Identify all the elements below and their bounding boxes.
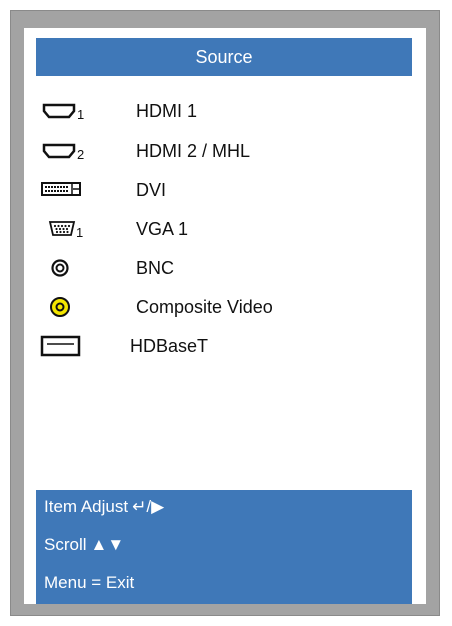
- source-label: Composite Video: [136, 297, 273, 317]
- up-down-arrows-icon: ▲▼: [90, 535, 125, 554]
- item-adjust-label: Item Adjust: [44, 497, 129, 516]
- source-item-hdmi-2-mhl[interactable]: 2 HDMI 2 / MHL: [24, 136, 426, 166]
- hdbaset-icon: [36, 331, 106, 361]
- source-item-vga-1[interactable]: 1 VGA 1: [24, 214, 426, 244]
- menu-exit-label: Menu = Exit: [44, 573, 135, 592]
- scroll-label: Scroll: [44, 535, 87, 554]
- source-item-bnc[interactable]: BNC: [24, 253, 426, 283]
- source-label: HDMI 2 / MHL: [136, 141, 251, 161]
- vga-1-icon: 1: [36, 214, 106, 244]
- hdmi-2-icon: 2: [36, 136, 106, 166]
- help-item-adjust: Item Adjust ↵/▶: [44, 492, 164, 522]
- help-scroll: Scroll ▲▼: [44, 530, 124, 560]
- dvi-icon: [36, 175, 106, 205]
- source-label: BNC: [136, 258, 175, 278]
- source-item-hdbaset[interactable]: HDBaseT: [24, 331, 426, 361]
- menu-title: Source: [36, 38, 412, 76]
- hdmi-1-icon: 1: [36, 96, 106, 126]
- source-item-dvi[interactable]: DVI: [24, 175, 426, 205]
- help-box: Item Adjust ↵/▶ Scroll ▲▼ Menu = Exit: [36, 490, 412, 604]
- source-item-composite-video[interactable]: Composite Video: [24, 292, 426, 322]
- source-item-hdmi-1[interactable]: 1 HDMI 1: [24, 96, 426, 126]
- osd-frame: Source 1 HDMI 1 2 HDMI 2 / MHL DVI 1 VGA…: [10, 10, 440, 616]
- source-label: DVI: [136, 180, 167, 200]
- source-label: HDBaseT: [130, 336, 209, 356]
- enter-right-arrow-icon: ↵/▶: [132, 497, 165, 516]
- bnc-icon: [36, 253, 106, 283]
- source-menu-panel: Source 1 HDMI 1 2 HDMI 2 / MHL DVI 1 VGA…: [24, 28, 426, 604]
- source-label: VGA 1: [136, 219, 189, 239]
- source-label: HDMI 1: [136, 101, 198, 121]
- help-menu-exit: Menu = Exit: [44, 568, 134, 598]
- composite-video-icon: [36, 292, 106, 322]
